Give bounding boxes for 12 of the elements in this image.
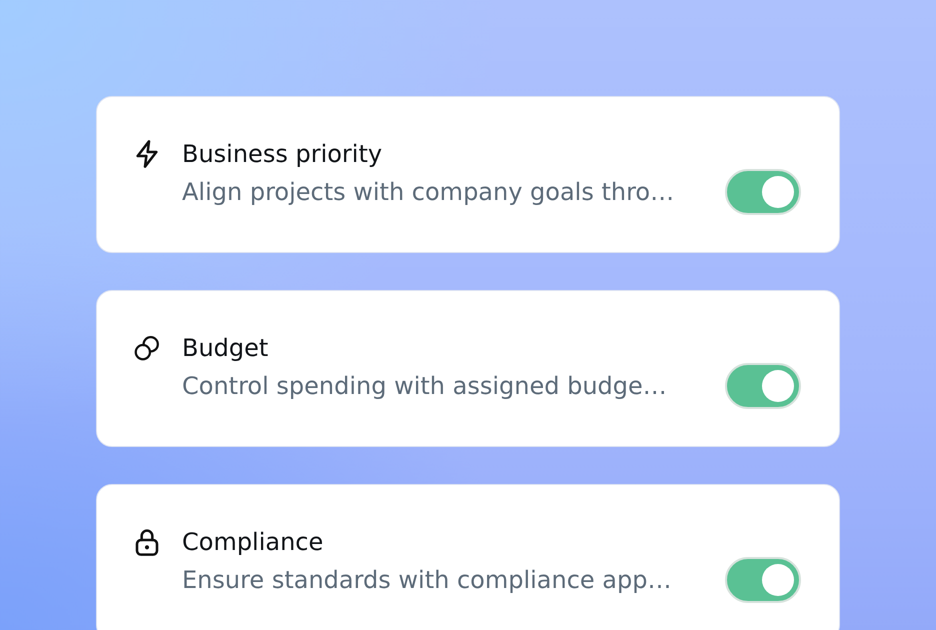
setting-description: Control spending with assigned budge… bbox=[182, 371, 668, 402]
setting-title: Business priority bbox=[182, 139, 384, 170]
toggle-switch[interactable] bbox=[725, 169, 801, 215]
setting-description: Ensure standards with compliance app… bbox=[182, 565, 672, 596]
setting-title: Budget bbox=[182, 333, 270, 364]
lightning-bolt-icon bbox=[134, 140, 160, 168]
setting-description: Align projects with company goals thro… bbox=[182, 177, 676, 208]
padlock-icon bbox=[134, 528, 160, 556]
setting-title: Compliance bbox=[182, 527, 324, 558]
toggle-switch[interactable] bbox=[725, 557, 801, 603]
coins-icon bbox=[134, 334, 160, 362]
toggle-switch[interactable] bbox=[725, 363, 801, 409]
